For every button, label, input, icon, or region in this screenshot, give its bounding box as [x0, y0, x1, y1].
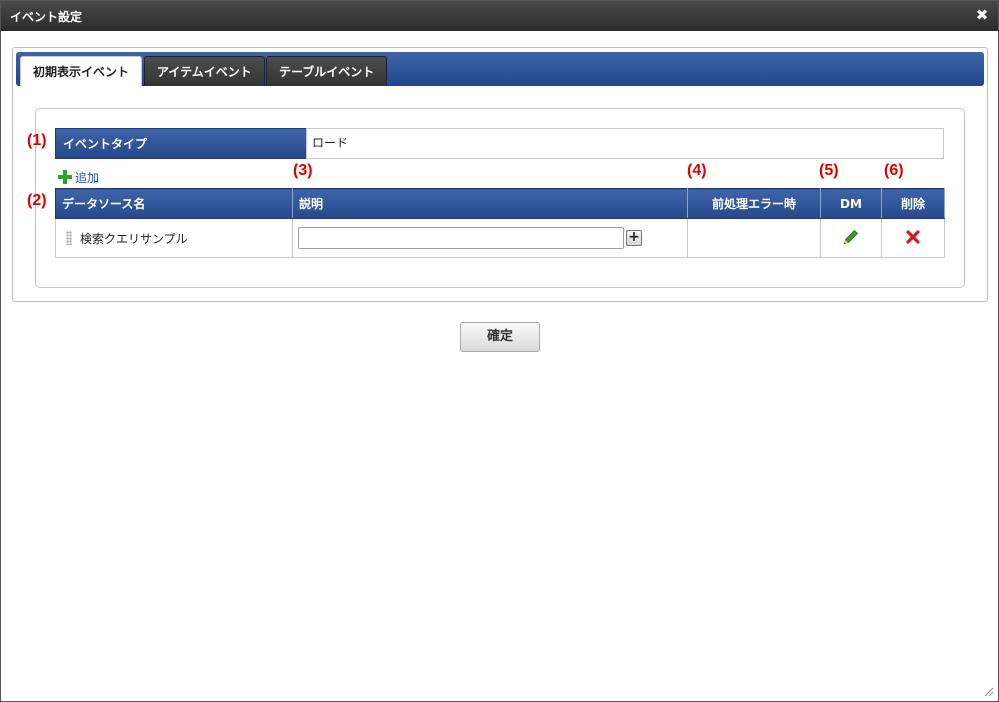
event-type-value: ロード [306, 128, 944, 159]
datasource-cell: 検索クエリサンプル [55, 218, 293, 258]
annotation-2: (2) [27, 192, 47, 209]
tab-initial-display-event[interactable]: 初期表示イベント [20, 56, 143, 86]
header-datasource: データソース名 [55, 188, 293, 219]
expand-description-button[interactable]: + [626, 230, 642, 246]
tabs-panel: 初期表示イベント アイテムイベント テーブルイベント [12, 47, 988, 302]
header-description: 説明 [292, 188, 688, 219]
tab-table-event[interactable]: テーブルイベント [266, 56, 388, 86]
header-dm: DM [820, 188, 882, 219]
add-link[interactable]: 追加 [58, 170, 99, 186]
dm-cell [820, 218, 882, 258]
description-input[interactable] [298, 227, 624, 249]
add-link-label: 追加 [75, 171, 100, 185]
resize-grip-icon[interactable] [982, 685, 994, 697]
pencil-icon[interactable] [843, 229, 859, 248]
delete-x-icon[interactable] [906, 229, 920, 247]
tab-bar: 初期表示イベント アイテムイベント テーブルイベント [16, 52, 984, 86]
datasource-table: データソース名 説明 前処理エラー時 DM 削除 検索クエリサンプル + [55, 188, 945, 258]
table-header-row: データソース名 説明 前処理エラー時 DM 削除 [55, 188, 945, 219]
confirm-button[interactable]: 確定 [460, 322, 540, 352]
annotation-4: (4) [687, 162, 707, 179]
event-type-label: イベントタイプ [55, 128, 307, 159]
tab-item-event[interactable]: アイテムイベント [144, 56, 265, 86]
dialog-title: イベント設定 [10, 10, 83, 24]
delete-cell [881, 218, 945, 258]
annotation-5: (5) [819, 162, 839, 179]
dialog-titlebar[interactable]: イベント設定 ✖ [1, 1, 998, 31]
preprocess-error-cell [687, 218, 821, 258]
datasource-name: 検索クエリサンプル [80, 231, 188, 246]
table-row: 検索クエリサンプル + [55, 218, 945, 258]
close-icon[interactable]: ✖ [974, 7, 990, 23]
header-preprocess-error: 前処理エラー時 [687, 188, 821, 219]
event-settings-dialog: イベント設定 ✖ 初期表示イベント アイテムイベント テーブルイベント (1) … [0, 0, 999, 702]
plus-icon [58, 170, 72, 184]
annotation-6: (6) [884, 162, 904, 179]
drag-handle-icon[interactable] [66, 230, 72, 245]
header-delete: 削除 [881, 188, 945, 219]
description-cell: + [292, 218, 688, 258]
annotation-1: (1) [27, 132, 47, 149]
annotation-3: (3) [293, 162, 313, 179]
